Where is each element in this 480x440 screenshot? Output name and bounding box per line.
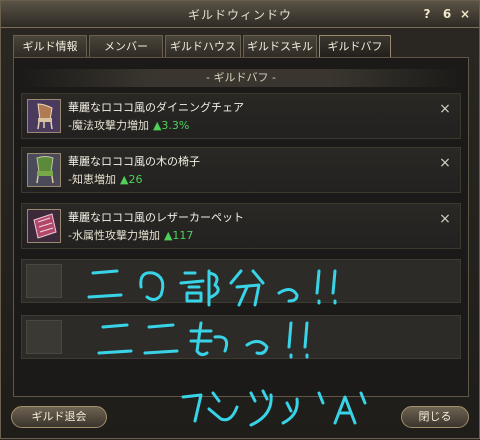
- empty-buff-slot: [21, 315, 461, 359]
- remove-buff-button[interactable]: ×: [438, 212, 452, 226]
- section-header: - ギルドバフ -: [21, 69, 461, 87]
- window-title: ギルドウィンドウ: [187, 8, 292, 22]
- empty-icon-slot: [26, 264, 62, 298]
- item-effect: -知恵増加: [68, 173, 116, 186]
- wooden-chair-icon: [27, 153, 61, 187]
- buff-item-row[interactable]: 華麗なロココ風のレザーカーペット -水属性攻撃力増加 ▲117 ×: [21, 203, 461, 249]
- guild-window: ギルドウィンドウ ? 6 × ギルド情報 メンバー ギルドハウス ギルドスキル …: [0, 0, 480, 439]
- remove-buff-button[interactable]: ×: [438, 102, 452, 116]
- remove-buff-button[interactable]: ×: [438, 156, 452, 170]
- item-value: ▲3.3%: [152, 119, 190, 132]
- tab-guild-info[interactable]: ギルド情報: [13, 35, 87, 57]
- item-value: ▲26: [119, 173, 143, 186]
- tab-guild-buff[interactable]: ギルドバフ: [319, 35, 391, 57]
- close-button[interactable]: 閉じる: [401, 406, 469, 428]
- leave-guild-button[interactable]: ギルド退会: [11, 406, 107, 428]
- buff-item-row[interactable]: 華麗なロココ風のダイニングチェア -魔法攻撃力増加 ▲3.3% ×: [21, 93, 461, 139]
- item-effect: -魔法攻撃力増加: [68, 119, 149, 132]
- item-effect: -水属性攻撃力増加: [68, 229, 160, 242]
- tab-members[interactable]: メンバー: [89, 35, 163, 57]
- empty-icon-slot: [26, 320, 62, 354]
- help-button[interactable]: ?: [419, 6, 435, 22]
- item-name: 華麗なロココ風のレザーカーペット: [68, 211, 244, 224]
- item-name: 華麗なロココ風の木の椅子: [68, 155, 200, 168]
- buff-item-row[interactable]: 華麗なロココ風の木の椅子 -知恵増加 ▲26 ×: [21, 147, 461, 193]
- minimize-button[interactable]: 6: [439, 6, 455, 22]
- empty-buff-slot: [21, 259, 461, 303]
- leather-carpet-icon: [27, 209, 61, 243]
- tab-guild-house[interactable]: ギルドハウス: [165, 35, 241, 57]
- tab-guild-skill[interactable]: ギルドスキル: [243, 35, 317, 57]
- item-name: 華麗なロココ風のダイニングチェア: [68, 101, 244, 114]
- dining-chair-icon: [27, 99, 61, 133]
- close-window-button[interactable]: ×: [457, 6, 473, 22]
- item-value: ▲117: [163, 229, 194, 242]
- title-bar[interactable]: ギルドウィンドウ ? 6 ×: [1, 1, 479, 28]
